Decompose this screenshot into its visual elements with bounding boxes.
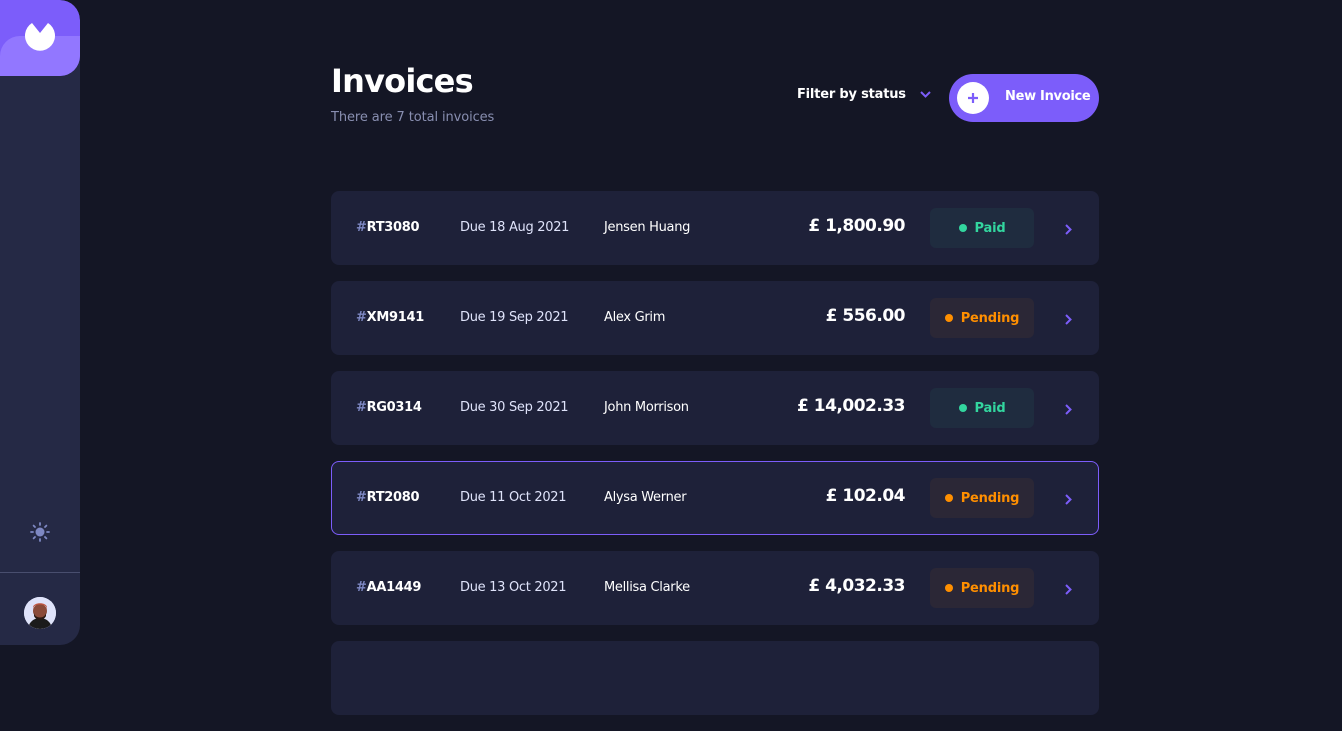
avatar[interactable] [24,597,56,629]
invoice-id: #RT2080 [356,490,420,505]
client-name: Jensen Huang [604,220,691,235]
due-date: Due 18 Aug 2021 [460,220,570,235]
status-dot [944,494,953,502]
app-logo[interactable] [0,0,80,76]
filter-label: Filter by status [797,87,906,102]
status-badge: Paid [930,388,1034,428]
new-invoice-button[interactable]: New Invoice [949,74,1099,122]
status-badge: Pending [930,568,1034,608]
client-name: John Morrison [604,400,689,415]
chevron-right-icon [1065,494,1072,505]
status-badge: Pending [930,298,1034,338]
status-dot [958,224,967,232]
invoice-row[interactable]: #RT2080 Due 11 Oct 2021 Alysa Werner £ 1… [331,461,1099,535]
status-dot [944,584,953,592]
chevron-right-icon [1065,584,1072,595]
sidebar-divider [0,572,80,573]
chevron-right-icon [1065,224,1072,235]
invoice-row[interactable]: #AA1449 Due 13 Oct 2021 Mellisa Clarke £… [331,551,1099,625]
status-label: Paid [974,400,1006,416]
invoice-row[interactable]: #XM9141 Due 19 Sep 2021 Alex Grim £ 556.… [331,281,1099,355]
invoice-id: #RT3080 [356,220,420,235]
due-date: Due 13 Oct 2021 [460,580,567,595]
invoice-id: #RG0314 [356,400,422,415]
invoice-row[interactable] [331,641,1099,715]
logo-icon [25,23,55,51]
invoice-amount: £ 556.00 [825,306,906,326]
page-title: Invoices [331,62,474,100]
client-name: Mellisa Clarke [604,580,690,595]
chevron-down-icon [920,91,931,98]
invoice-amount: £ 14,002.33 [797,396,905,416]
invoice-row[interactable]: #RG0314 Due 30 Sep 2021 John Morrison £ … [331,371,1099,445]
invoice-list: #RT3080 Due 18 Aug 2021 Jensen Huang £ 1… [331,191,1099,731]
status-badge: Pending [930,478,1034,518]
status-dot [958,404,967,412]
invoice-id: #XM9141 [356,310,424,325]
client-name: Alex Grim [604,310,666,325]
invoice-id: #AA1449 [356,580,422,595]
new-invoice-label: New Invoice [1005,89,1091,104]
invoice-count: There are 7 total invoices [331,110,495,125]
invoice-row[interactable]: #RT3080 Due 18 Aug 2021 Jensen Huang £ 1… [331,191,1099,265]
filter-dropdown[interactable]: Filter by status [797,87,931,102]
sidebar [0,0,80,645]
chevron-right-icon [1065,314,1072,325]
status-label: Pending [960,310,1020,326]
status-dot [944,314,953,322]
status-badge: Paid [930,208,1034,248]
chevron-right-icon [1065,404,1072,415]
due-date: Due 19 Sep 2021 [460,310,569,325]
due-date: Due 11 Oct 2021 [460,490,567,505]
status-label: Pending [960,580,1020,596]
plus-icon [957,82,989,114]
invoice-amount: £ 102.04 [825,486,906,506]
status-label: Pending [960,490,1020,506]
invoice-amount: £ 1,800.90 [808,216,905,236]
due-date: Due 30 Sep 2021 [460,400,569,415]
status-label: Paid [974,220,1006,236]
sun-icon[interactable] [30,522,50,542]
client-name: Alysa Werner [604,490,687,505]
invoice-amount: £ 4,032.33 [808,576,905,596]
